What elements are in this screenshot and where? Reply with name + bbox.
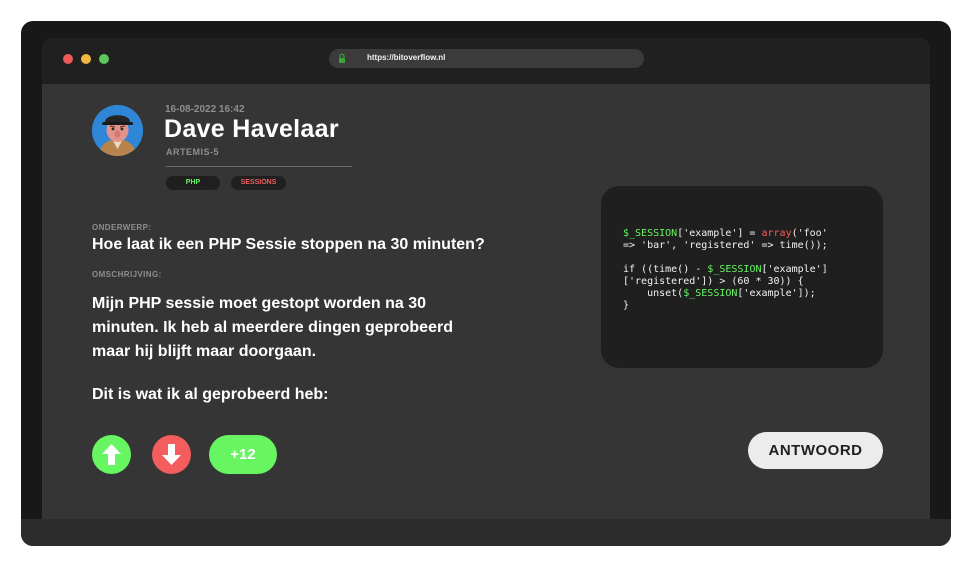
minimize-window-button[interactable] (81, 54, 91, 64)
description-text: Mijn PHP sessie moet gestopt worden na 3… (92, 295, 453, 360)
tag-sessions[interactable]: SESSIONS (231, 176, 286, 190)
close-window-button[interactable] (63, 54, 73, 64)
address-bar[interactable]: https://bitoverflow.nl (329, 49, 644, 68)
code-token: if ((time() - (623, 264, 708, 275)
code-token: ['example'] (761, 264, 828, 275)
post-date: 16-08-2022 16:42 (165, 104, 245, 115)
code-token: array (761, 228, 792, 239)
maximize-window-button[interactable] (99, 54, 109, 64)
subject-text: Hoe laat ik een PHP Sessie stoppen na 30… (92, 236, 485, 253)
team-name: ARTEMIS-5 (166, 147, 220, 157)
code-token: => 'bar', 'registered' => time()); (623, 240, 828, 251)
code-token: $_SESSION (623, 228, 678, 239)
arrow-down-icon (162, 444, 181, 465)
upvote-button[interactable] (92, 435, 131, 474)
tried-text: Dit is wat ik al geprobeerd heb: (92, 386, 329, 403)
laptop-base (21, 519, 951, 546)
code-token: $_SESSION (707, 264, 762, 275)
downvote-button[interactable] (152, 435, 191, 474)
url-text: https://bitoverflow.nl (367, 53, 446, 62)
laptop-frame: https://bitoverflow.nl 16-08-2022 16:42 … (21, 21, 951, 546)
subject-label: ONDERWERP: (92, 223, 152, 232)
author-name[interactable]: Dave Havelaar (164, 115, 339, 144)
lock-icon (339, 53, 345, 63)
browser-toolbar: https://bitoverflow.nl (42, 38, 930, 84)
description-label: OMSCHRIJVING: (92, 270, 162, 279)
avatar (92, 105, 143, 156)
code-token: unset( (623, 288, 684, 299)
code-token: ['registered']) > (60 * 30)) { (623, 276, 804, 287)
divider (166, 166, 352, 167)
code-token: ['example'] = (677, 228, 762, 239)
code-token: ['example']); (737, 288, 816, 299)
code-token: ('foo' (791, 228, 828, 239)
code-token: $_SESSION (683, 288, 738, 299)
answer-button[interactable]: ANTWOORD (748, 432, 883, 469)
tag-php[interactable]: PHP (166, 176, 220, 190)
code-content: $_SESSION['example'] = array('foo' => 'b… (623, 228, 828, 312)
code-block: $_SESSION['example'] = array('foo' => 'b… (601, 186, 883, 368)
arrow-up-icon (102, 444, 121, 465)
vote-score: +12 (209, 435, 277, 474)
browser-window: https://bitoverflow.nl 16-08-2022 16:42 … (42, 38, 930, 519)
code-token: } (623, 300, 630, 311)
